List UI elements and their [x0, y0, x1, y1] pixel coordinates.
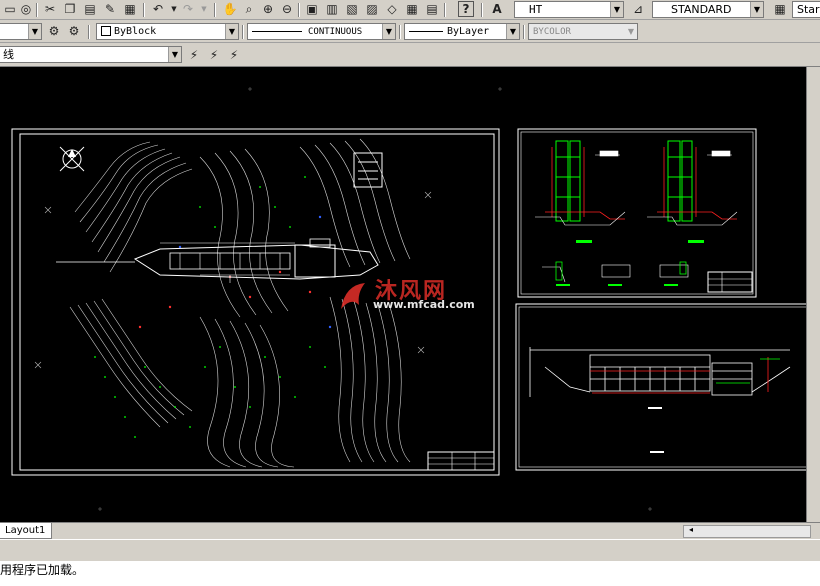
markup-icon[interactable]: ◇ [384, 1, 400, 17]
command-window[interactable]: 用程序已加载。 [0, 561, 820, 586]
chevron-down-icon: ▼ [382, 24, 395, 39]
layer-previous-icon[interactable]: ⚙ [46, 23, 62, 39]
status-strip [0, 539, 820, 563]
watermark: 沐风网 www.mfcad.com [335, 275, 495, 315]
lineweight-select[interactable]: ByLayer ▼ [404, 23, 520, 40]
chevron-down-icon: ▼ [168, 47, 181, 62]
dim-style-select[interactable]: STANDARD ▼ [652, 1, 764, 18]
zoom-window-icon[interactable]: ⊕ [260, 1, 276, 17]
sheet-elevation [515, 303, 812, 471]
color-swatch [101, 26, 111, 36]
properties-icon[interactable]: ▣ [304, 1, 320, 17]
line-sample [409, 30, 443, 32]
text-style-icon[interactable]: A [489, 1, 505, 17]
chevron-down-icon: ▼ [625, 24, 637, 39]
block-editor-icon[interactable]: ▦ [122, 1, 138, 17]
watermark-logo-icon [341, 283, 365, 309]
layer-walk-icon[interactable]: ⚡ [206, 47, 222, 63]
standard-toolbar: ▭ ◎ ✂ ❐ ▤ ✎ ▦ ↶ ▼ ↷ ▼ ✋ ⌕ ⊕ ⊖ ▣ ▥ ▧ ▨ ◇ … [0, 0, 820, 20]
text-style-select[interactable]: HT ▼ [514, 1, 624, 18]
calculator-icon[interactable]: ▤ [424, 1, 440, 17]
sheet-sections [517, 128, 757, 298]
redo-dropdown-icon[interactable]: ▼ [196, 1, 212, 17]
copy-icon[interactable]: ❐ [62, 1, 78, 17]
chevron-down-icon: ▼ [610, 2, 623, 17]
vertical-scrollbar[interactable] [806, 67, 820, 522]
command-history-line: 用程序已加载。 [0, 563, 85, 577]
chevron-down-icon: ▼ [225, 24, 238, 39]
layer-isolate-icon[interactable]: ⚡ [226, 47, 242, 63]
north-arrow-icon [59, 146, 85, 172]
table-style-select[interactable]: Star [792, 1, 820, 18]
cut-icon[interactable]: ✂ [42, 1, 58, 17]
quickcalc-icon[interactable]: ▦ [404, 1, 420, 17]
scroll-left-icon[interactable]: ◂ [689, 525, 693, 534]
layer-select[interactable]: 线 ▼ [0, 46, 182, 63]
properties-toolbar: ▼ ⚙ ⚙ ByBlock ▼ CONTINUOUS ▼ ByLayer ▼ B… [0, 20, 820, 43]
dim-style-icon[interactable]: ⊿ [630, 1, 646, 17]
design-center-icon[interactable]: ▥ [324, 1, 340, 17]
match-properties-icon[interactable]: ✎ [102, 1, 118, 17]
plotstyle-select: BYCOLOR ▼ [528, 23, 638, 40]
pan-icon[interactable]: ✋ [222, 1, 238, 17]
chevron-down-icon: ▼ [750, 2, 763, 17]
help-icon[interactable]: ? [458, 1, 474, 17]
linetype-select[interactable]: CONTINUOUS ▼ [247, 23, 396, 40]
sheet-set-icon[interactable]: ▨ [364, 1, 380, 17]
open-icon[interactable]: ▭ [2, 1, 18, 17]
redo-icon[interactable]: ↷ [180, 1, 196, 17]
chevron-down-icon: ▼ [28, 24, 41, 39]
zoom-realtime-icon[interactable]: ⌕ [241, 1, 257, 17]
layout-tabs: Layout1 ◂ [0, 522, 820, 540]
plot-preview-icon[interactable]: ◎ [18, 1, 34, 17]
horizontal-scrollbar[interactable]: ◂ [683, 525, 811, 538]
tool-palettes-icon[interactable]: ▧ [344, 1, 360, 17]
watermark-url: www.mfcad.com [373, 298, 475, 311]
layers-toolbar: 线 ▼ ⚡ ⚡ ⚡ [0, 43, 820, 67]
color-select[interactable]: ByBlock ▼ [96, 23, 239, 40]
chevron-down-icon: ▼ [506, 24, 519, 39]
line-sample [252, 30, 302, 32]
undo-icon[interactable]: ↶ [150, 1, 166, 17]
table-style-icon[interactable]: ▦ [772, 1, 788, 17]
layer-state-icon[interactable]: ⚙ [66, 23, 82, 39]
layer-select-partial[interactable]: ▼ [0, 23, 42, 40]
zoom-previous-icon[interactable]: ⊖ [279, 1, 295, 17]
tab-layout1[interactable]: Layout1 [0, 523, 53, 539]
make-current-icon[interactable]: ⚡ [186, 47, 202, 63]
paste-icon[interactable]: ▤ [82, 1, 98, 17]
